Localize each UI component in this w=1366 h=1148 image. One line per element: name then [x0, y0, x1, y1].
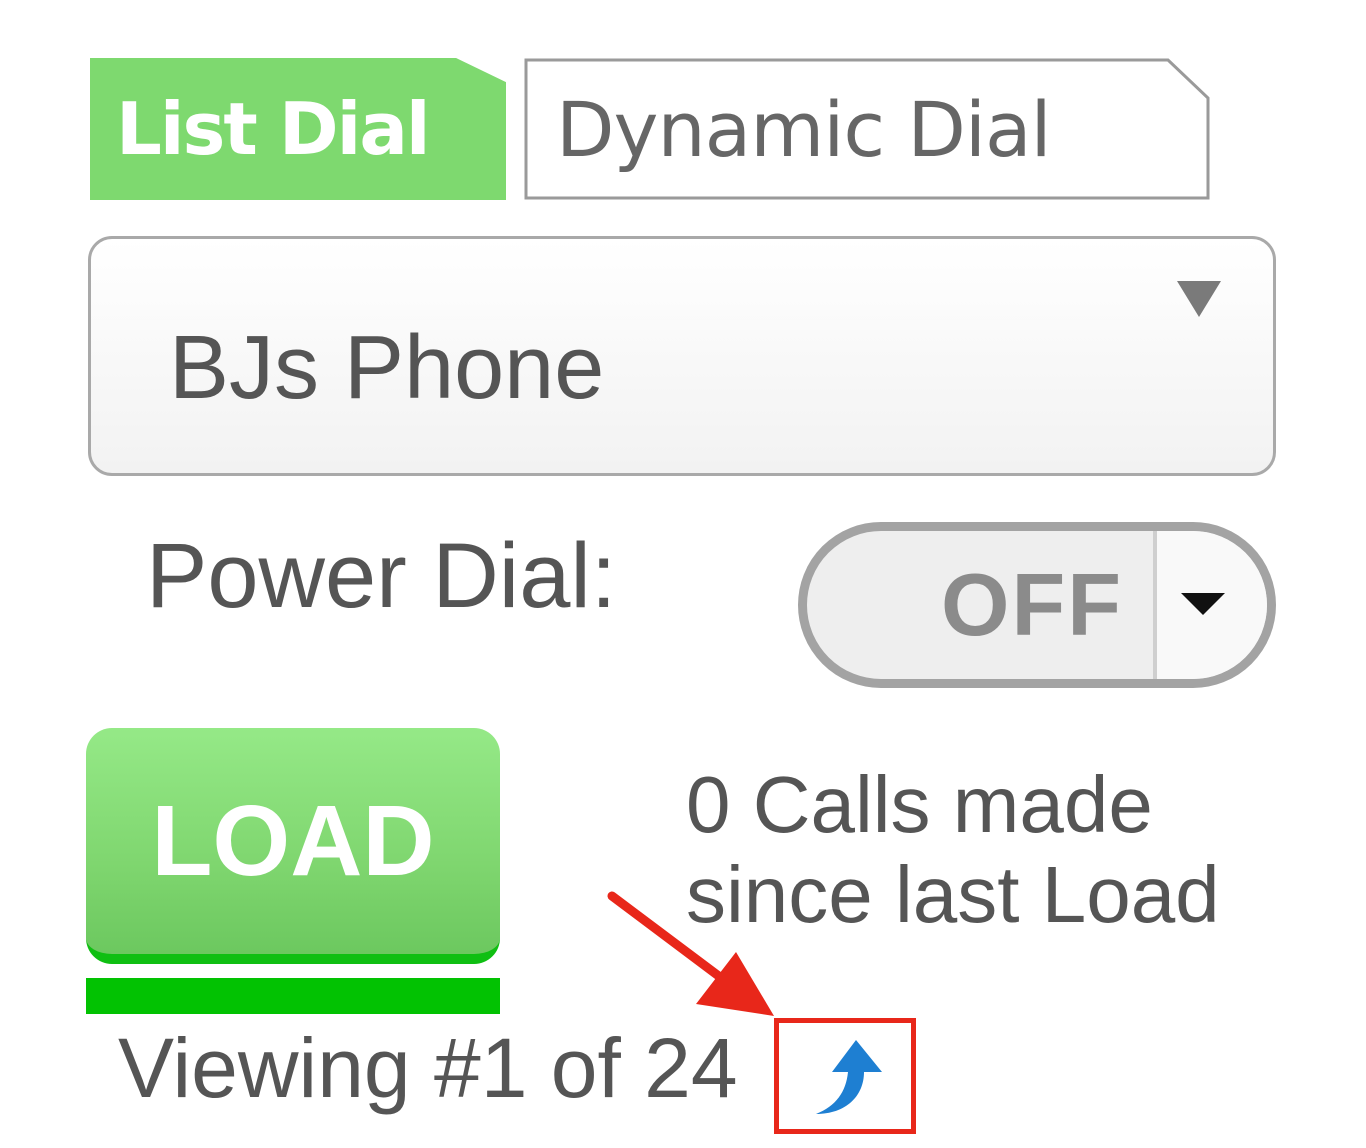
- load-progress-bar: [86, 978, 500, 1014]
- caret-down-icon: [1181, 593, 1225, 615]
- load-button-label: LOAD: [151, 784, 435, 897]
- tab-dynamic-dial[interactable]: Dynamic Dial: [524, 58, 1210, 200]
- power-dial-toggle[interactable]: OFF: [798, 522, 1276, 688]
- chevron-down-icon: [1177, 281, 1221, 317]
- curved-up-arrow-icon[interactable]: [806, 1034, 886, 1120]
- tab-list-dial[interactable]: List Dial: [90, 58, 506, 200]
- list-select-value: BJs Phone: [169, 318, 605, 418]
- load-button[interactable]: LOAD: [86, 728, 500, 964]
- power-dial-label: Power Dial:: [146, 525, 617, 627]
- red-arrow-icon: [607, 891, 774, 1016]
- tab-list-dial-label: List Dial: [116, 87, 431, 171]
- toggle-knob[interactable]: [1153, 531, 1267, 679]
- viewing-status: Viewing #1 of 24: [118, 1021, 738, 1115]
- calls-status-line1: 0 Calls made: [686, 760, 1153, 849]
- power-dial-state: OFF: [941, 555, 1123, 654]
- list-select[interactable]: BJs Phone: [88, 236, 1276, 476]
- tab-dynamic-dial-label: Dynamic Dial: [556, 84, 1052, 174]
